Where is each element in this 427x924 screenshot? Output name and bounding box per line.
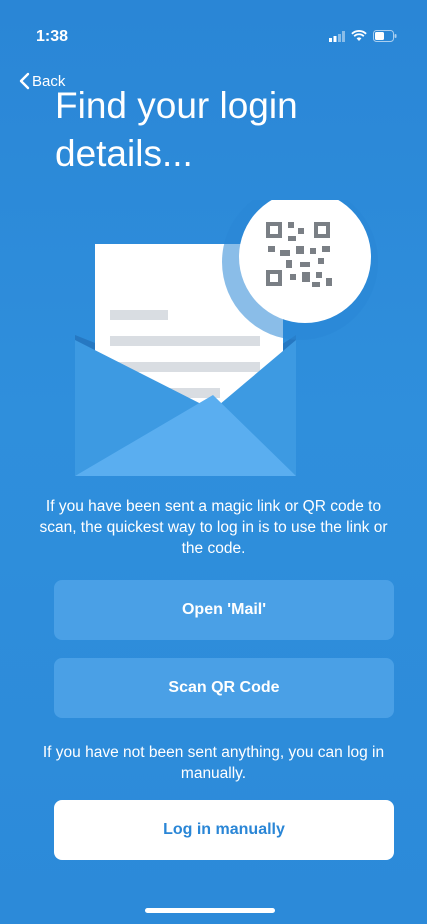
signal-icon [329, 30, 345, 42]
login-illustration [75, 200, 378, 476]
status-icons [329, 30, 397, 42]
status-time: 1:38 [36, 28, 69, 45]
page-title: Find your login details... [55, 85, 298, 174]
home-indicator[interactable] [145, 908, 275, 913]
battery-icon [373, 30, 397, 42]
status-bar: 1:38 [0, 0, 427, 60]
log-in-manually-button[interactable]: Log in manually [54, 800, 394, 860]
intro-text: If you have been sent a magic link or QR… [39, 498, 388, 557]
manual-login-text: If you have not been sent anything, you … [42, 744, 385, 782]
scan-qr-code-button[interactable]: Scan QR Code [54, 658, 394, 718]
chevron-left-icon [19, 72, 30, 90]
wifi-icon [351, 30, 367, 41]
open-mail-button[interactable]: Open 'Mail' [54, 580, 394, 640]
